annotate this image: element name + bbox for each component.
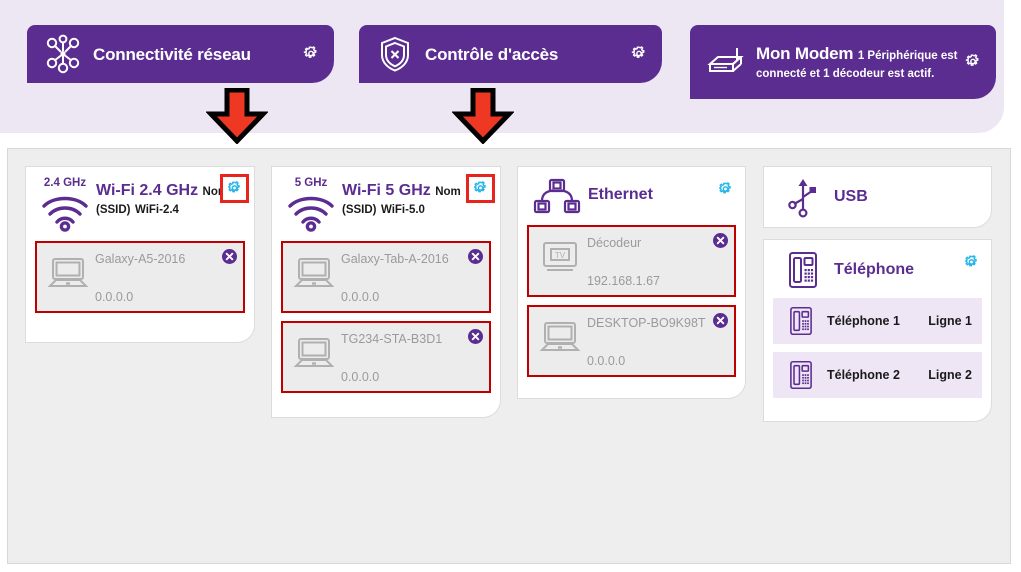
- device-info: DESKTOP-BO9K98T: [585, 314, 728, 332]
- phone-line-list: Téléphone 1 Ligne 1 Téléphone 2 Ligne 2: [764, 298, 991, 407]
- usb-icon: [774, 177, 832, 221]
- nav-button-text: Mon Modem 1 Périphérique est connecté et…: [748, 43, 960, 82]
- laptop-icon: [535, 314, 585, 356]
- card-title: Ethernet: [588, 186, 653, 203]
- card-title: Téléphone: [834, 261, 915, 278]
- gear-icon[interactable]: [298, 41, 324, 67]
- gear-icon[interactable]: [220, 174, 249, 203]
- card-header: USB: [764, 167, 991, 221]
- phone-line-label: Ligne 1: [928, 314, 972, 328]
- device-list: TV Décodeur 192.168.1.67 DESKTOP-BO9K98T…: [518, 225, 745, 386]
- device-row[interactable]: TG234-STA-B3D1 0.0.0.0: [281, 321, 491, 393]
- gear-icon[interactable]: [959, 250, 983, 274]
- gear-icon[interactable]: [466, 174, 495, 203]
- card-header: Téléphone: [764, 240, 991, 290]
- band-label: 5 GHz: [294, 177, 328, 189]
- card-wifi-24: 2.4 GHz Wi-Fi 2.4 GHz Nom (SSID) WiFi-2.…: [25, 166, 255, 343]
- ethernet-icon: [528, 177, 586, 217]
- device-ip: 192.168.1.67: [587, 274, 660, 288]
- device-ip: 0.0.0.0: [95, 290, 134, 304]
- svg-text:TV: TV: [555, 251, 566, 260]
- device-ip: 0.0.0.0: [341, 370, 380, 384]
- device-row[interactable]: TV Décodeur 192.168.1.67: [527, 225, 736, 297]
- close-icon[interactable]: [713, 233, 728, 248]
- device-row[interactable]: Galaxy-Tab-A-2016 0.0.0.0: [281, 241, 491, 313]
- device-name: Galaxy-A5-2016: [95, 252, 186, 266]
- device-row[interactable]: DESKTOP-BO9K98T 0.0.0.0: [527, 305, 736, 377]
- devices-panel: 2.4 GHz Wi-Fi 2.4 GHz Nom (SSID) WiFi-2.…: [7, 148, 1011, 564]
- card-title: USB: [834, 188, 868, 205]
- band-label: 2.4 GHz: [43, 177, 87, 189]
- card-header: 2.4 GHz Wi-Fi 2.4 GHz Nom (SSID) WiFi-2.…: [26, 167, 254, 233]
- annotation-arrow-to-access-control: [451, 87, 515, 145]
- modem-icon: [704, 40, 748, 84]
- network-nodes-icon: [41, 32, 85, 76]
- wifi-icon: 5 GHz: [282, 177, 340, 233]
- device-info: Galaxy-A5-2016: [93, 250, 237, 268]
- laptop-icon: [43, 250, 93, 292]
- close-icon[interactable]: [713, 313, 728, 328]
- device-ip: 0.0.0.0: [587, 354, 626, 368]
- ssid-value: WiFi-2.4: [134, 204, 179, 216]
- device-info: TG234-STA-B3D1: [339, 330, 483, 348]
- device-name: DESKTOP-BO9K98T: [587, 316, 706, 330]
- close-icon[interactable]: [222, 249, 237, 264]
- ssid-value: WiFi-5.0: [380, 204, 425, 216]
- card-title: Wi-Fi 2.4 GHz: [96, 182, 199, 199]
- card-telephone: Téléphone Téléphone 1 Ligne 1 Téléphone …: [763, 239, 992, 422]
- nav-button-title: Mon Modem: [756, 43, 854, 63]
- gear-icon[interactable]: [960, 49, 986, 75]
- card-header: 5 GHz Wi-Fi 5 GHz Nom (SSID) WiFi-5.0: [272, 167, 500, 233]
- nav-button-title: Connectivité réseau: [93, 44, 251, 64]
- device-list: Galaxy-Tab-A-2016 0.0.0.0 TG234-STA-B3D1…: [272, 241, 500, 402]
- laptop-icon: [289, 250, 339, 292]
- close-icon[interactable]: [468, 249, 483, 264]
- device-info: Décodeur: [585, 234, 728, 252]
- desk-phone-icon: [774, 250, 832, 290]
- tv-icon: TV: [535, 234, 585, 276]
- wifi-icon: 2.4 GHz: [36, 177, 94, 233]
- nav-button-connectivity[interactable]: Connectivité réseau: [27, 25, 334, 83]
- card-title: Wi-Fi 5 GHz: [342, 182, 431, 199]
- device-name: Galaxy-Tab-A-2016: [341, 252, 449, 266]
- gear-icon[interactable]: [626, 41, 652, 67]
- phone-line-name: Téléphone 2: [827, 368, 900, 382]
- card-usb: USB: [763, 166, 992, 228]
- device-list: Galaxy-A5-2016 0.0.0.0: [26, 241, 254, 322]
- card-ethernet: Ethernet TV Décodeur 192.168.1.67 DESKTO…: [517, 166, 746, 399]
- desk-phone-icon: [779, 305, 823, 337]
- nav-button-text: Contrôle d'accès: [417, 44, 626, 65]
- card-wifi-5: 5 GHz Wi-Fi 5 GHz Nom (SSID) WiFi-5.0 Ga…: [271, 166, 501, 418]
- phone-line-row[interactable]: Téléphone 2 Ligne 2: [773, 352, 982, 398]
- device-name: Décodeur: [587, 236, 642, 250]
- phone-line-label: Ligne 2: [928, 368, 972, 382]
- close-icon[interactable]: [468, 329, 483, 344]
- annotation-arrow-to-connectivity: [205, 87, 269, 145]
- phone-line-row[interactable]: Téléphone 1 Ligne 1: [773, 298, 982, 344]
- phone-line-name: Téléphone 1: [827, 314, 900, 328]
- card-header: Ethernet: [518, 167, 745, 217]
- nav-button-title: Contrôle d'accès: [425, 44, 559, 64]
- device-ip: 0.0.0.0: [341, 290, 380, 304]
- nav-button-my-modem[interactable]: Mon Modem 1 Périphérique est connecté et…: [690, 25, 996, 99]
- nav-button-access-control[interactable]: Contrôle d'accès: [359, 25, 662, 83]
- card-header-text: USB: [832, 177, 983, 206]
- device-row[interactable]: Galaxy-A5-2016 0.0.0.0: [35, 241, 245, 313]
- gear-icon[interactable]: [713, 177, 737, 201]
- desk-phone-icon: [779, 359, 823, 391]
- device-info: Galaxy-Tab-A-2016: [339, 250, 483, 268]
- device-name: TG234-STA-B3D1: [341, 332, 443, 346]
- laptop-icon: [289, 330, 339, 372]
- nav-button-text: Connectivité réseau: [85, 44, 298, 65]
- shield-x-icon: [373, 32, 417, 76]
